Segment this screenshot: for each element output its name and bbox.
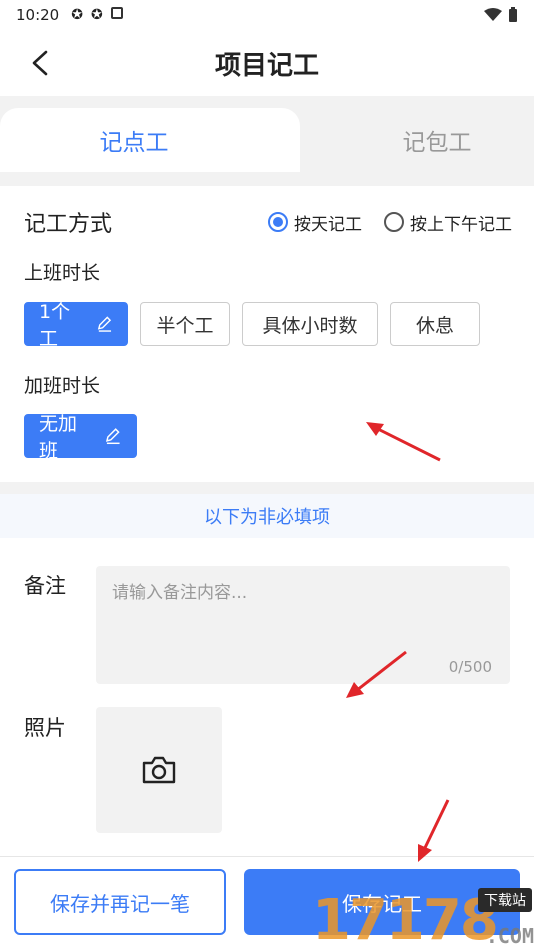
page-title: 项目记工 [214,50,319,81]
radio-checked-icon [268,212,288,232]
tab-bar: 记点工 记包工 [0,108,534,172]
chip-rest-label: 休息 [415,314,454,337]
chip-one-day[interactable]: 1个工 [24,301,128,350]
sync-icon: ✪ [71,7,83,23]
back-arrow-icon[interactable] [26,48,56,78]
radio-by-half-day-label: 按上下午记工 [410,214,512,235]
method-title: 记工方式 [24,212,113,237]
chip-no-overtime-label: 无加班 [39,413,78,462]
save-button[interactable]: 保存记工 [244,869,520,935]
header-gap [0,96,534,108]
chip-rest[interactable]: 休息 [390,302,480,346]
save-and-new-button[interactable]: 保存并再记一笔 [14,869,226,935]
remark-label: 备注 [24,574,66,598]
section-divider [0,482,534,494]
chip-specific-hours[interactable]: 具体小时数 [242,302,378,346]
photo-upload-button[interactable] [96,707,222,833]
method-row: 记工方式 按天记工 按上下午记工 [24,200,512,244]
remark-counter: 0/500 [448,658,492,676]
chip-half-day[interactable]: 半个工 [140,302,230,346]
tab-point-work[interactable]: 记点工 [0,108,300,172]
status-bar: 10:20 ✪ ✪ [0,0,534,30]
wifi-icon [484,8,502,21]
chip-one-day-label: 1个工 [39,301,71,350]
edit-pen-icon [106,428,121,445]
sync-icon-2: ✪ [90,7,103,23]
camera-icon [142,756,176,784]
annotation-arrow-1 [366,422,441,462]
method-radio-group: 按天记工 按上下午记工 [268,210,512,235]
radio-by-half-day[interactable]: 按上下午记工 [384,210,512,235]
chip-specific-hours-label: 具体小时数 [262,314,358,337]
tab-point-work-label: 记点工 [99,130,169,156]
overtime-options: 无加班 [24,413,137,462]
nav-bar: 项目记工 [0,30,534,96]
bottom-action-bar: 保存并再记一笔 保存记工 [0,856,534,950]
status-time: 10:20 [16,6,60,24]
work-hours-title: 上班时长 [24,262,101,284]
optional-hint: 以下为非必填项 [0,494,534,538]
radio-by-day[interactable]: 按天记工 [268,210,362,235]
radio-by-day-label: 按天记工 [294,214,362,235]
tab-contract-work[interactable]: 记包工 [300,108,534,172]
work-hours-options: 1个工 半个工 具体小时数 休息 [24,301,480,350]
remark-field-container: 0/500 [96,566,510,684]
tab-contract-work-label: 记包工 [402,130,472,156]
battery-icon [509,7,517,22]
chip-no-overtime[interactable]: 无加班 [24,413,137,462]
edit-pen-icon [97,316,112,332]
radio-unchecked-icon [384,212,404,232]
photo-label: 照片 [24,716,66,740]
overtime-title: 加班时长 [24,375,101,397]
status-right [484,7,518,23]
section-gap [0,172,534,186]
notification-a-icon [110,7,123,23]
chip-half-day-label: 半个工 [156,314,214,337]
